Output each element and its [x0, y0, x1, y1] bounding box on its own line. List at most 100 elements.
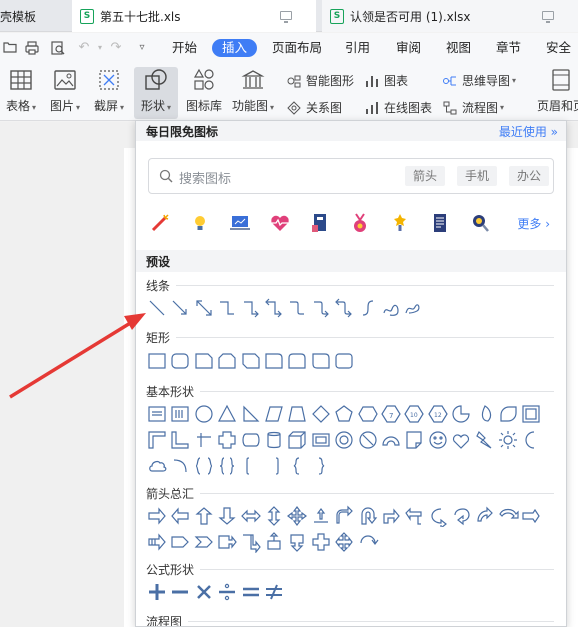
shape-preset[interactable]: [240, 429, 262, 451]
shape-preset[interactable]: [169, 581, 191, 603]
shape-preset[interactable]: [240, 581, 262, 603]
heartbeat-icon[interactable]: [268, 211, 292, 235]
menu-references[interactable]: 引用: [345, 39, 370, 57]
shape-preset[interactable]: [263, 403, 285, 425]
shape-preset[interactable]: [450, 403, 472, 425]
shape-preset[interactable]: [474, 403, 496, 425]
shape-preset[interactable]: [216, 297, 238, 319]
shape-preset[interactable]: [240, 403, 262, 425]
lightbulb-icon[interactable]: [188, 211, 212, 235]
shape-preset[interactable]: [286, 531, 308, 553]
shape-preset[interactable]: [216, 455, 238, 477]
shape-preset[interactable]: [333, 350, 355, 372]
shape-preset[interactable]: [520, 429, 542, 451]
shape-preset[interactable]: [263, 297, 285, 319]
tab-xls-2[interactable]: S 认领是否可用 (1).xlsx: [322, 0, 578, 32]
picture-button[interactable]: 图片 ▾: [46, 67, 84, 114]
shape-preset[interactable]: [216, 350, 238, 372]
shape-preset[interactable]: [380, 429, 402, 451]
menu-section[interactable]: 章节: [496, 39, 521, 57]
shape-preset[interactable]: [193, 581, 215, 603]
menu-insert[interactable]: 插入: [212, 39, 258, 57]
shape-preset[interactable]: [216, 403, 238, 425]
menu-review[interactable]: 审阅: [396, 39, 421, 57]
shape-preset[interactable]: [380, 505, 402, 527]
shape-preset[interactable]: [333, 429, 355, 451]
shape-preset[interactable]: [357, 429, 379, 451]
shape-preset[interactable]: [497, 429, 519, 451]
redo-icon[interactable]: ↷: [108, 40, 124, 56]
shape-preset[interactable]: [286, 403, 308, 425]
shape-preset[interactable]: [497, 403, 519, 425]
shape-preset[interactable]: [146, 403, 168, 425]
shape-button[interactable]: 形状 ▾: [134, 67, 178, 119]
icon-search-box[interactable]: 搜索图标 箭头 手机 办公: [148, 158, 554, 194]
shape-preset[interactable]: [169, 505, 191, 527]
mind-map-button[interactable]: 思维导图 ▾: [442, 72, 516, 89]
shape-preset[interactable]: [216, 429, 238, 451]
shape-preset[interactable]: [193, 350, 215, 372]
shape-preset[interactable]: [146, 350, 168, 372]
shape-preset[interactable]: [240, 350, 262, 372]
shape-preset[interactable]: [497, 505, 519, 527]
shape-preset[interactable]: [263, 455, 285, 477]
shape-preset[interactable]: [310, 531, 332, 553]
shape-preset[interactable]: [474, 429, 496, 451]
shape-preset[interactable]: [216, 581, 238, 603]
search-chip-office[interactable]: 办公: [509, 166, 550, 186]
shape-preset[interactable]: [193, 455, 215, 477]
shape-preset[interactable]: [450, 505, 472, 527]
shape-preset[interactable]: [333, 531, 355, 553]
shape-preset[interactable]: [357, 505, 379, 527]
undo-icon[interactable]: ↶: [76, 40, 92, 56]
shape-preset[interactable]: [240, 505, 262, 527]
tab-xls-1[interactable]: S 第五十七批.xls: [72, 0, 316, 32]
laptop-chart-icon[interactable]: [228, 211, 252, 235]
online-chart-button[interactable]: 在线图表: [364, 99, 432, 116]
shape-preset[interactable]: [193, 531, 215, 553]
shape-preset[interactable]: [333, 297, 355, 319]
notebook-icon[interactable]: [308, 211, 332, 235]
tab-template[interactable]: 壳模板: [0, 0, 66, 32]
shape-preset[interactable]: [169, 297, 191, 319]
table-button[interactable]: 表格 ▾: [2, 67, 40, 114]
print-preview-icon[interactable]: [50, 40, 66, 56]
customize-dropdown-icon[interactable]: ▿: [134, 40, 150, 56]
shape-preset[interactable]: [310, 350, 332, 372]
recent-used-link[interactable]: 最近使用 »: [499, 123, 558, 140]
print-icon[interactable]: [24, 40, 40, 56]
smart-graphic-button[interactable]: 智能图形: [286, 72, 354, 89]
shape-preset[interactable]: [193, 429, 215, 451]
shape-preset[interactable]: [240, 297, 262, 319]
shape-preset[interactable]: [146, 505, 168, 527]
search-chip-arrow[interactable]: 箭头: [405, 166, 446, 186]
magnifier-icon[interactable]: [468, 211, 492, 235]
shape-preset[interactable]: [240, 531, 262, 554]
chart-button[interactable]: 图表: [364, 72, 408, 89]
shape-preset[interactable]: [427, 505, 449, 530]
menu-view[interactable]: 视图: [446, 39, 471, 57]
shape-preset[interactable]: [357, 297, 379, 319]
document-icon[interactable]: [428, 211, 452, 235]
shape-preset[interactable]: 10: [403, 403, 425, 425]
shape-preset[interactable]: [310, 403, 332, 425]
icon-library-button[interactable]: 图标库: [184, 67, 224, 114]
relation-map-button[interactable]: 关系图: [286, 99, 342, 116]
monitor-icon[interactable]: [280, 11, 292, 23]
shape-preset[interactable]: [310, 505, 332, 527]
shape-preset[interactable]: [450, 429, 472, 451]
menu-page-layout[interactable]: 页面布局: [272, 39, 322, 57]
shape-preset[interactable]: [169, 429, 191, 451]
shape-preset[interactable]: [216, 505, 238, 527]
shape-preset[interactable]: [146, 531, 168, 553]
firework-icon[interactable]: [148, 211, 172, 235]
shape-preset[interactable]: [146, 581, 168, 603]
menu-security[interactable]: 安全: [546, 39, 571, 57]
flowchart-button[interactable]: 流程图 ▾: [442, 99, 504, 116]
shape-preset[interactable]: [427, 429, 449, 451]
shape-preset[interactable]: [146, 455, 168, 477]
undo-dropdown-icon[interactable]: ▾: [92, 40, 108, 56]
function-chart-button[interactable]: 功能图 ▾: [230, 67, 276, 114]
shape-preset[interactable]: [263, 350, 285, 372]
shape-preset[interactable]: 12: [427, 403, 449, 425]
